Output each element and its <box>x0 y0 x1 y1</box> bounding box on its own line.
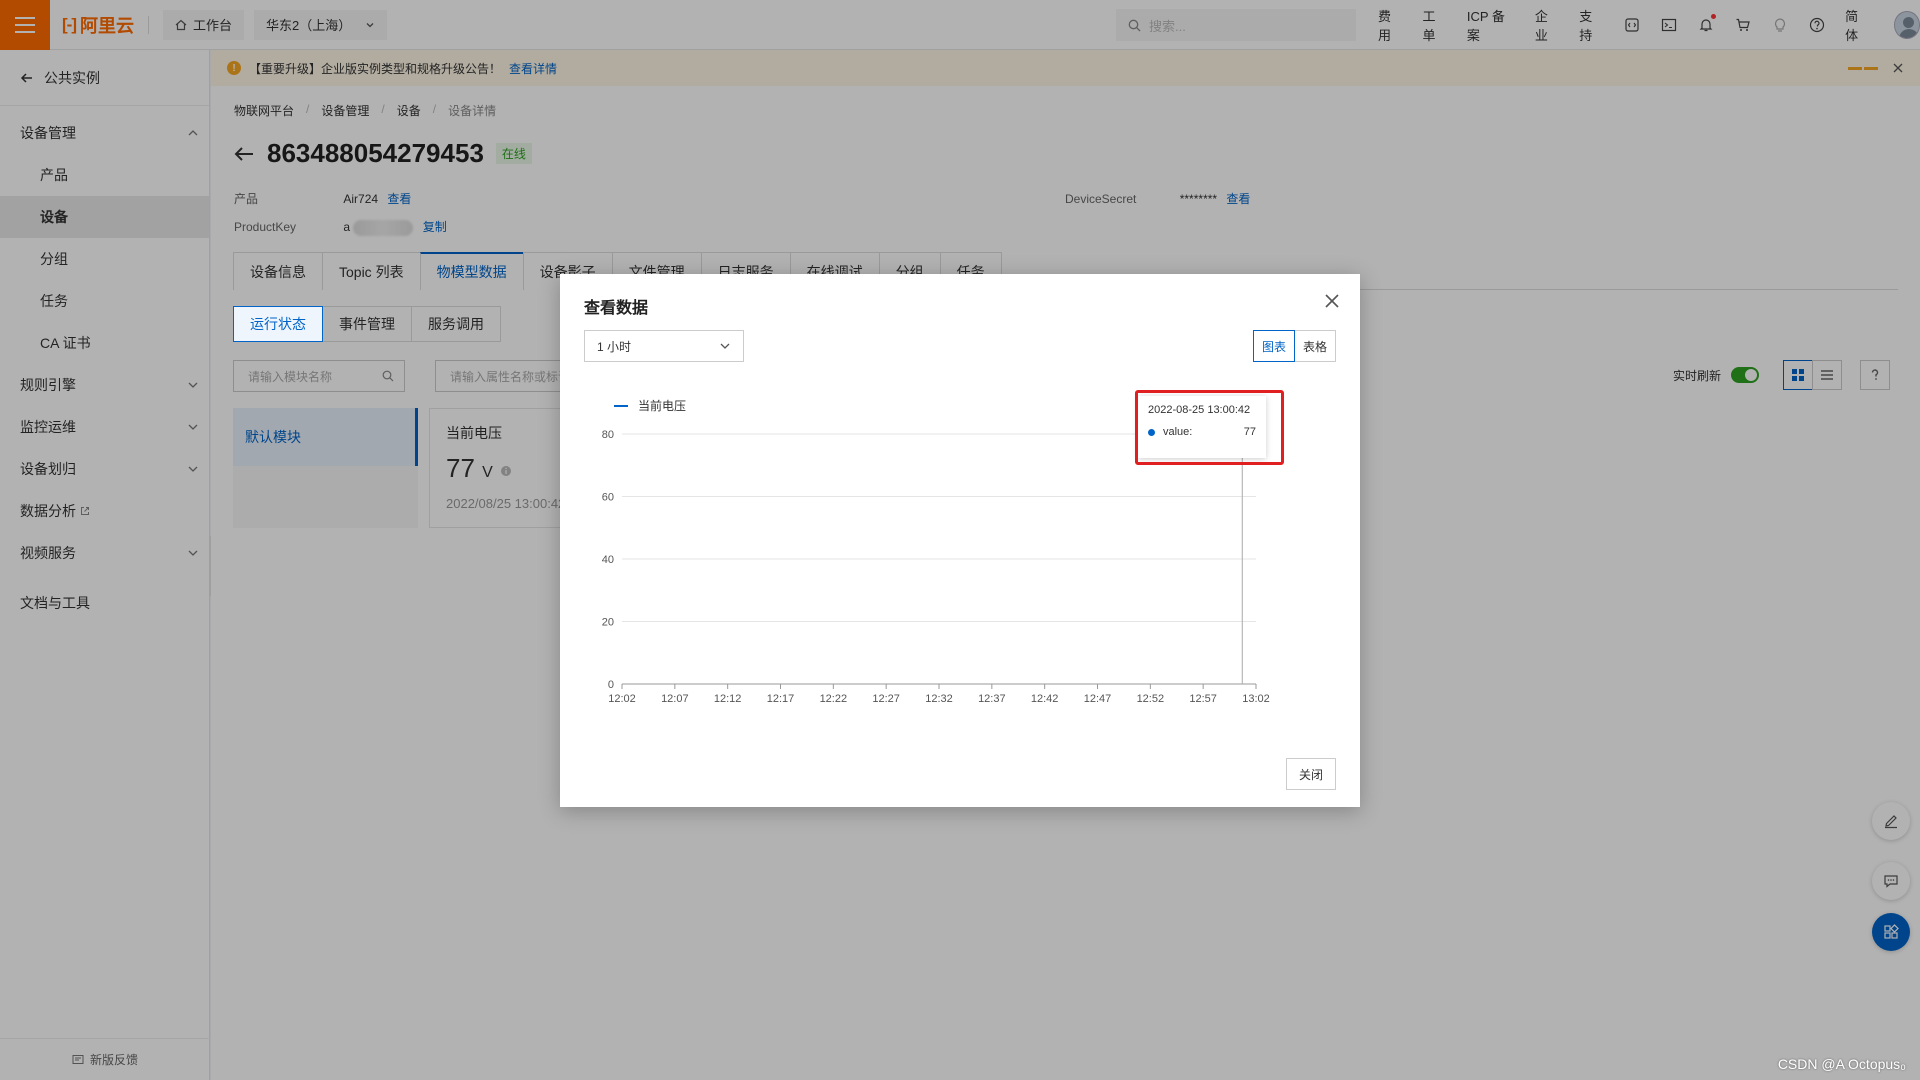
subtab-running-status[interactable]: 运行状态 <box>233 306 323 342</box>
time-range-select[interactable]: 1 小时 <box>584 330 744 362</box>
time-range-value: 1 小时 <box>597 339 632 354</box>
view-mode-toggle: 图表 表格 <box>1252 330 1336 362</box>
close-icon[interactable] <box>1324 292 1340 315</box>
x-tick-label: 12:17 <box>767 693 795 705</box>
x-tick-label: 12:22 <box>820 693 848 705</box>
view-data-dialog: 查看数据 1 小时 图表 表格 当前电压 0 20 40 60 80 12:02 12:07 1… <box>560 274 1360 807</box>
close-dialog-button[interactable]: 关闭 <box>1285 758 1336 790</box>
x-tick-label: 12:12 <box>714 693 742 705</box>
y-tick-label: 20 <box>602 617 614 629</box>
dialog-title: 查看数据 <box>584 300 649 317</box>
x-tick-label: 12:32 <box>925 693 953 705</box>
chevron-down-icon <box>720 343 730 349</box>
table-view-button[interactable]: 表格 <box>1293 330 1336 362</box>
chart-view-button[interactable]: 图表 <box>1252 330 1295 362</box>
x-tick-label: 12:27 <box>872 693 900 705</box>
x-tick-label: 12:07 <box>661 693 689 705</box>
legend-label: 当前电压 <box>638 398 686 413</box>
y-tick-label: 0 <box>608 679 614 691</box>
y-tick-label: 40 <box>602 554 614 566</box>
x-tick-label: 12:57 <box>1189 693 1217 705</box>
watermark: CSDN @A Octopus₀ <box>1777 1056 1906 1072</box>
y-tick-label: 80 <box>602 429 614 441</box>
x-tick-label: 12:37 <box>978 693 1006 705</box>
x-tick-label: 12:47 <box>1084 693 1112 705</box>
y-tick-label: 60 <box>602 492 614 504</box>
x-tick-label: 13:02 <box>1242 693 1270 705</box>
x-tick-label: 12:02 <box>608 693 636 705</box>
annotation-highlight-box <box>1135 390 1284 465</box>
x-tick-label: 12:52 <box>1137 693 1165 705</box>
x-tick-label: 12:42 <box>1031 693 1059 705</box>
